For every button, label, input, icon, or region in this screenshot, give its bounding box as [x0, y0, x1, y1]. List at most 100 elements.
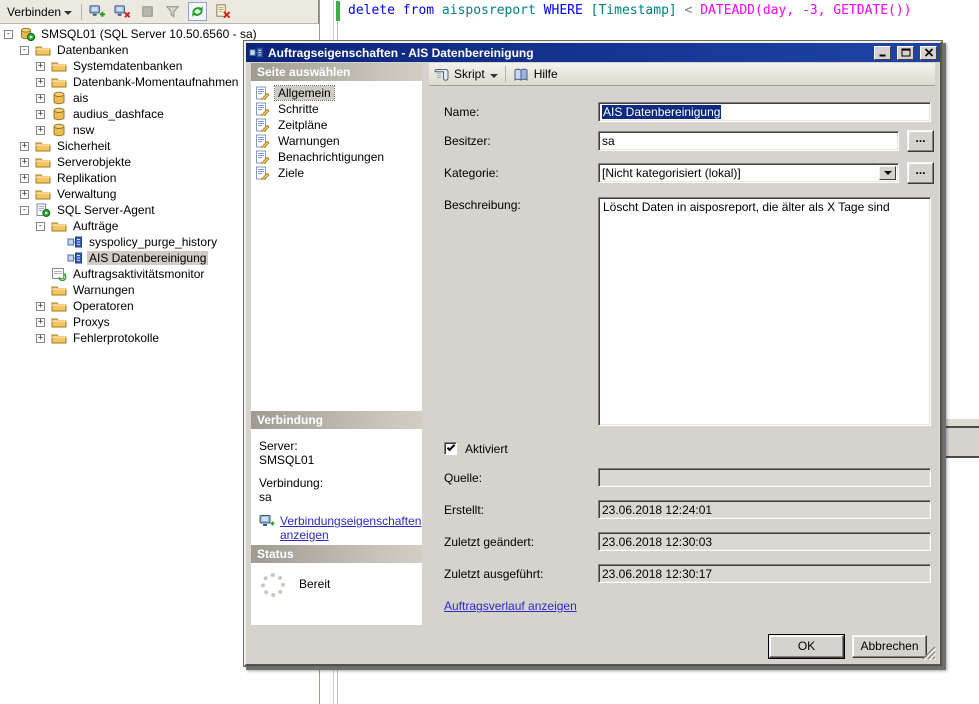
database-icon	[51, 123, 67, 137]
close-button[interactable]	[920, 46, 937, 60]
expand-icon[interactable]: +	[20, 158, 29, 167]
help-button[interactable]: Hilfe	[534, 67, 558, 81]
expand-icon[interactable]: +	[20, 174, 29, 183]
server-value: SMSQL01	[259, 453, 418, 467]
refresh-button[interactable]	[188, 2, 207, 21]
connection-header: Verbindung	[251, 411, 422, 429]
nav-item-label: Zeitpläne	[275, 118, 330, 132]
collapse-icon[interactable]: -	[20, 206, 29, 215]
nav-item-label: Benachrichtigungen	[275, 150, 387, 164]
folder-icon	[51, 299, 67, 313]
expand-icon[interactable]: +	[36, 62, 45, 71]
folder-icon	[51, 75, 67, 89]
name-value: AIS Datenbereinigung	[602, 105, 721, 119]
dialog-toolbar-separator	[505, 66, 506, 82]
folder-icon	[35, 155, 51, 169]
expand-icon[interactable]: +	[20, 190, 29, 199]
nav-item-allgemein[interactable]: Allgemein	[251, 85, 422, 101]
page-icon	[255, 86, 270, 100]
maximize-button[interactable]	[897, 46, 914, 60]
expand-icon[interactable]: +	[20, 142, 29, 151]
expand-icon[interactable]: +	[36, 110, 45, 119]
expand-icon[interactable]: +	[36, 302, 45, 311]
dialog-left-pane: Seite auswählen AllgemeinSchritteZeitplä…	[251, 63, 422, 623]
job-history-link[interactable]: Auftragsverlauf anzeigen	[444, 599, 577, 613]
cancel-button[interactable]: Abbrechen	[852, 635, 927, 658]
resize-grip[interactable]	[922, 646, 936, 660]
checkmark-icon	[447, 443, 455, 451]
tree-item-label: Operatoren	[71, 299, 136, 313]
page-icon	[255, 102, 270, 116]
owner-value: sa	[602, 134, 615, 148]
tree-item-label: SMSQL01 (SQL Server 10.50.6560 - sa)	[39, 27, 259, 41]
script-dropdown-icon[interactable]	[490, 74, 498, 82]
description-textarea[interactable]: Löscht Daten in aisposreport, die älter …	[598, 197, 931, 426]
folder-icon	[51, 59, 67, 73]
job-properties-dialog: Auftragseigenschaften - AIS Datenbereini…	[243, 40, 943, 667]
expand-icon[interactable]: +	[36, 334, 45, 343]
ok-button[interactable]: OK	[769, 635, 844, 658]
page-icon	[255, 118, 270, 132]
tree-item-label: Sicherheit	[55, 139, 112, 153]
expand-icon[interactable]: +	[36, 78, 45, 87]
sql-query-text[interactable]: delete from aisposreport WHERE [Timestam…	[348, 3, 912, 18]
last-executed-field: 23.06.2018 12:30:17	[598, 564, 931, 583]
page-icon	[255, 150, 270, 164]
nav-item-schritte[interactable]: Schritte	[251, 101, 422, 117]
script-icon	[433, 67, 449, 82]
tree-item-label: syspolicy_purge_history	[87, 235, 219, 249]
tree-item-label: Auftragsaktivitätsmonitor	[71, 267, 206, 281]
chevron-down-icon	[884, 171, 892, 179]
agent-icon	[35, 203, 51, 217]
script-button[interactable]: Skript	[454, 67, 485, 81]
background-splitter-highlight	[946, 419, 979, 426]
filter-button[interactable]	[163, 2, 182, 21]
sql-token: aisposreport	[434, 3, 544, 18]
enabled-checkbox[interactable]	[444, 442, 457, 455]
stop-button[interactable]	[138, 2, 157, 21]
category-dropdown-button[interactable]	[879, 166, 896, 180]
collapse-icon[interactable]: -	[36, 222, 45, 231]
dialog-toolbar: Skript Hilfe	[429, 63, 935, 86]
minimize-button[interactable]	[874, 46, 891, 60]
category-select[interactable]: [Nicht kategorisiert (lokal)]	[598, 163, 899, 183]
page-nav-list: AllgemeinSchritteZeitpläne Warnungen Benac…	[251, 81, 422, 411]
name-input[interactable]: AIS Datenbereinigung	[598, 102, 931, 122]
background-horizontal-splitter	[946, 426, 979, 458]
job-icon	[67, 251, 83, 265]
progress-spinner-icon	[261, 573, 285, 597]
dialog-titlebar[interactable]: Auftragseigenschaften - AIS Datenbereini…	[246, 43, 940, 62]
owner-input[interactable]: sa	[598, 131, 899, 151]
nav-item-ziele[interactable]: Ziele	[251, 165, 422, 181]
folder-icon	[35, 187, 51, 201]
status-box: Bereit	[251, 563, 422, 625]
nav-item-label: Ziele	[275, 166, 307, 180]
nav-item-zeitpläne[interactable]: Zeitpläne	[251, 117, 422, 133]
server-icon	[19, 27, 35, 41]
owner-browse-button[interactable]: ...	[907, 130, 934, 152]
connection-value: sa	[259, 490, 418, 504]
connect-dropdown-button[interactable]: Verbinden	[4, 2, 75, 22]
owner-label: Besitzer:	[444, 134, 491, 148]
nav-item-benachrichtigungen[interactable]: Benachrichtigungen	[251, 149, 422, 165]
chevron-down-icon	[64, 11, 72, 19]
expand-icon[interactable]: +	[36, 94, 45, 103]
nav-item-label: Warnungen	[275, 134, 343, 148]
tree-item-label: Aufträge	[71, 219, 120, 233]
collapse-icon[interactable]: -	[20, 46, 29, 55]
tree-item-label: AIS Datenbereinigung	[87, 251, 208, 265]
disable-job-button[interactable]	[213, 2, 232, 21]
expand-icon[interactable]: +	[36, 318, 45, 327]
tree-item-label: Warnungen	[71, 283, 137, 297]
category-browse-button[interactable]: ...	[907, 162, 934, 184]
disconnect-button[interactable]	[113, 2, 132, 21]
expand-icon[interactable]: +	[36, 126, 45, 135]
tree-item-label: ais	[71, 91, 90, 105]
connect-button[interactable]	[88, 2, 107, 21]
connection-properties-link[interactable]: Verbindungseigenschaften anzeigen	[280, 514, 414, 542]
enabled-label: Aktiviert	[465, 442, 508, 456]
tree-item-label: SQL Server-Agent	[55, 203, 157, 217]
object-explorer-toolbar: Verbinden	[0, 0, 319, 24]
collapse-icon[interactable]: -	[4, 30, 13, 39]
nav-item-warnungen[interactable]: Warnungen	[251, 133, 422, 149]
